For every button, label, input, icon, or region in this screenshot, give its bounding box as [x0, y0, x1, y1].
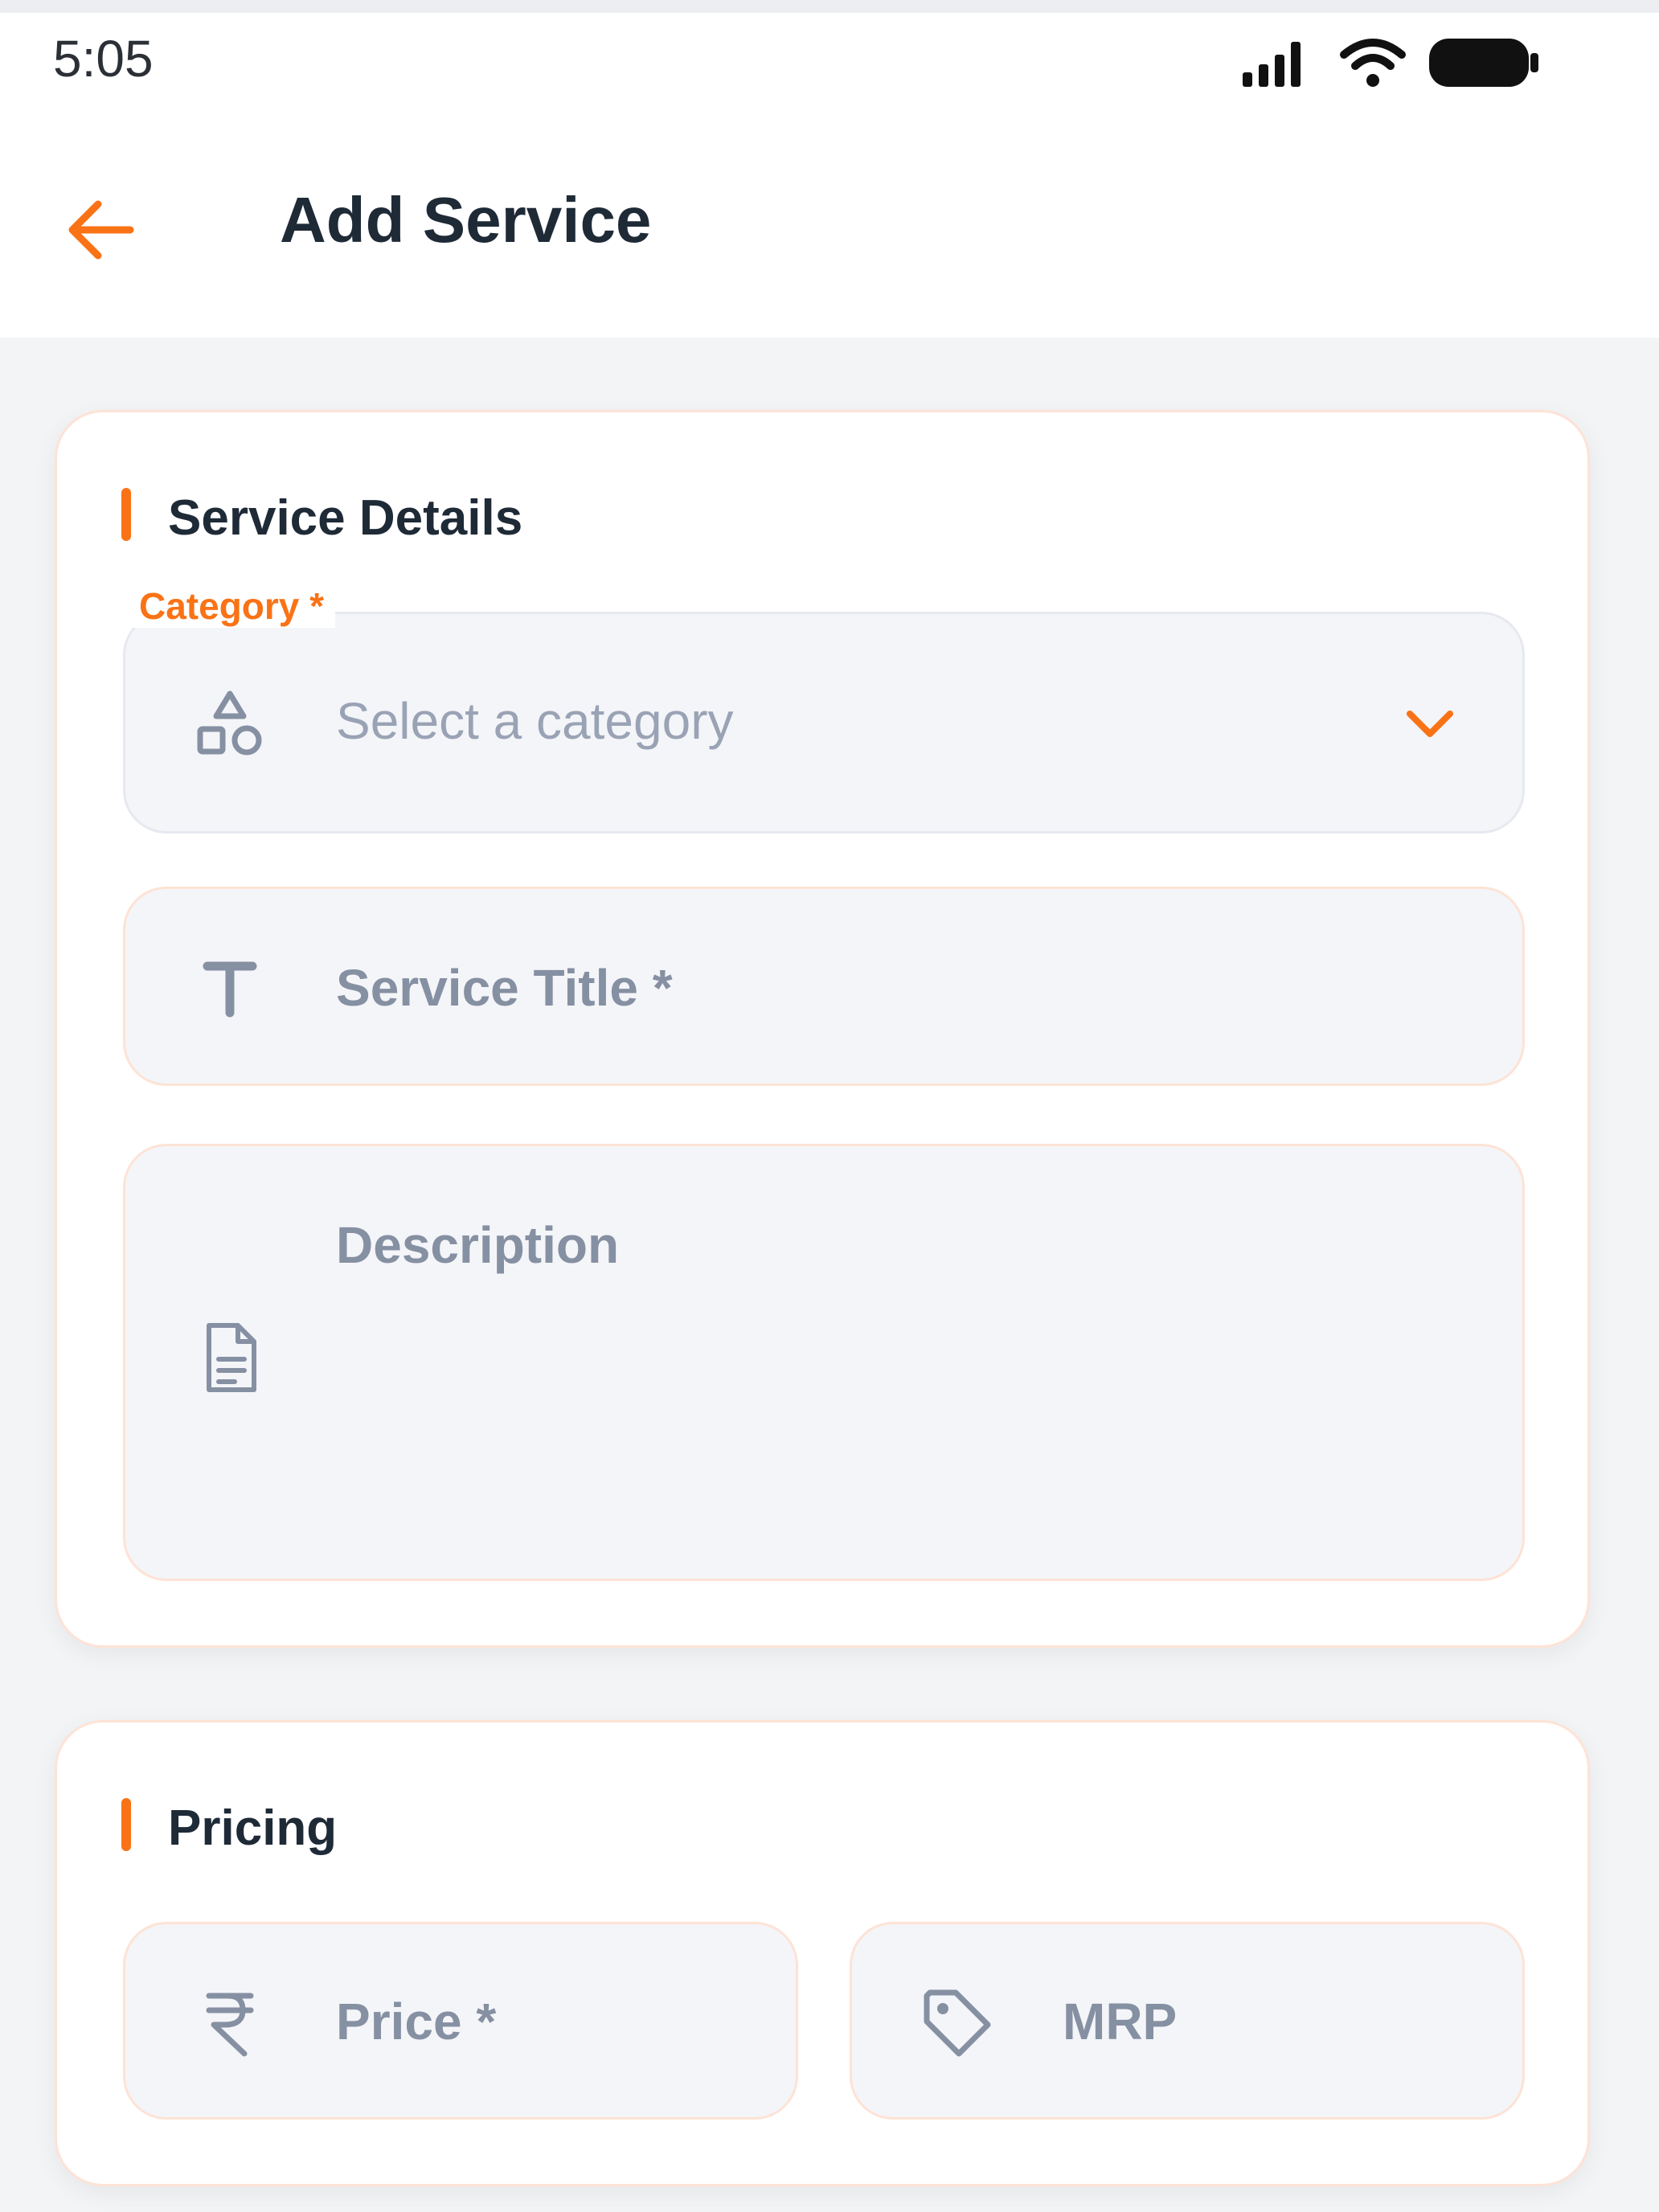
pricing-heading: Pricing [168, 1800, 338, 1856]
section-accent-bar [121, 488, 131, 541]
top-strip [0, 0, 1659, 13]
status-time: 5:05 [53, 30, 154, 88]
page-title: Add Service [280, 184, 652, 256]
service-title-placeholder: Service Title * [336, 959, 673, 1017]
wifi-icon [1340, 39, 1406, 87]
document-icon [190, 1318, 270, 1399]
text-t-icon [190, 947, 270, 1027]
chevron-down-icon [1394, 688, 1466, 760]
app-bar: Add Service [0, 117, 1659, 338]
rupee-icon [190, 1982, 270, 2062]
category-label: Category * [128, 584, 336, 628]
battery-icon [1429, 39, 1538, 87]
signal-icon [1243, 42, 1301, 87]
back-button[interactable] [51, 182, 148, 278]
tag-icon [916, 1982, 997, 2062]
description-placeholder: Description [336, 1216, 620, 1274]
status-icons [1241, 31, 1540, 95]
price-placeholder: Price * [336, 1993, 497, 2050]
section-accent-bar [121, 1798, 131, 1851]
service-details-card: Service Details Select a category Catego… [55, 410, 1590, 1648]
mrp-placeholder: MRP [1063, 1993, 1178, 2050]
category-select[interactable]: Select a category [123, 612, 1525, 834]
category-placeholder: Select a category [336, 692, 734, 750]
pricing-card: Pricing Price * MRP [55, 1720, 1590, 2186]
status-bar: 5:05 [0, 13, 1659, 117]
mrp-input[interactable]: MRP [850, 1922, 1525, 2120]
arrow-left-icon [68, 200, 134, 260]
price-input[interactable]: Price * [123, 1922, 798, 2120]
service-details-heading: Service Details [168, 490, 523, 546]
service-title-input[interactable]: Service Title * [123, 887, 1525, 1086]
shapes-icon [190, 683, 270, 764]
description-textarea[interactable]: Description [123, 1144, 1525, 1581]
